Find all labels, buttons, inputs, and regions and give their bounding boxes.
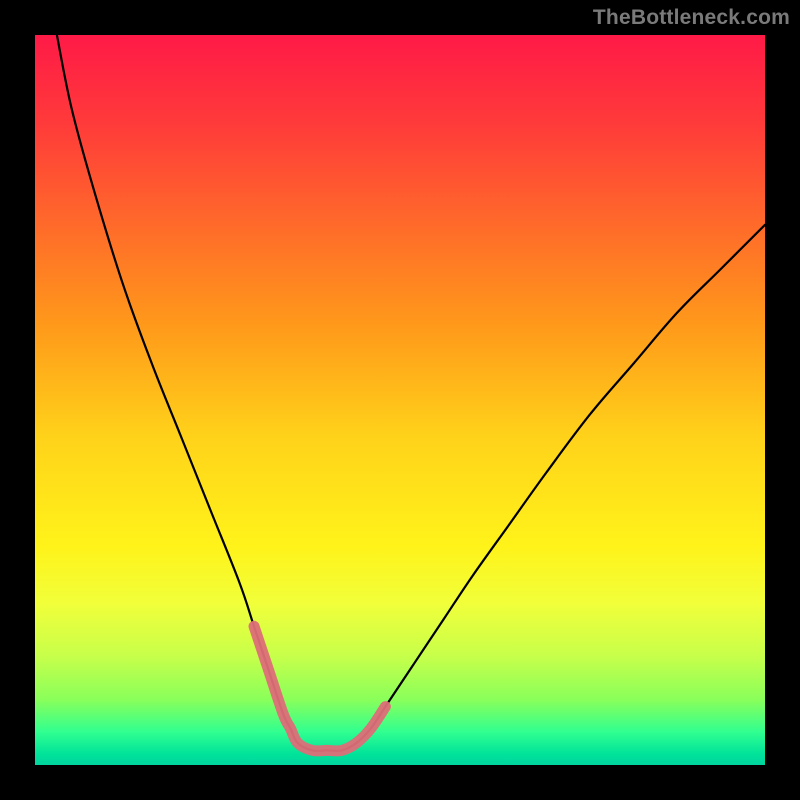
chart-frame: TheBottleneck.com <box>0 0 800 800</box>
plot-area <box>35 35 765 765</box>
bottleneck-chart <box>35 35 765 765</box>
gradient-background <box>35 35 765 765</box>
watermark-text: TheBottleneck.com <box>593 6 790 30</box>
